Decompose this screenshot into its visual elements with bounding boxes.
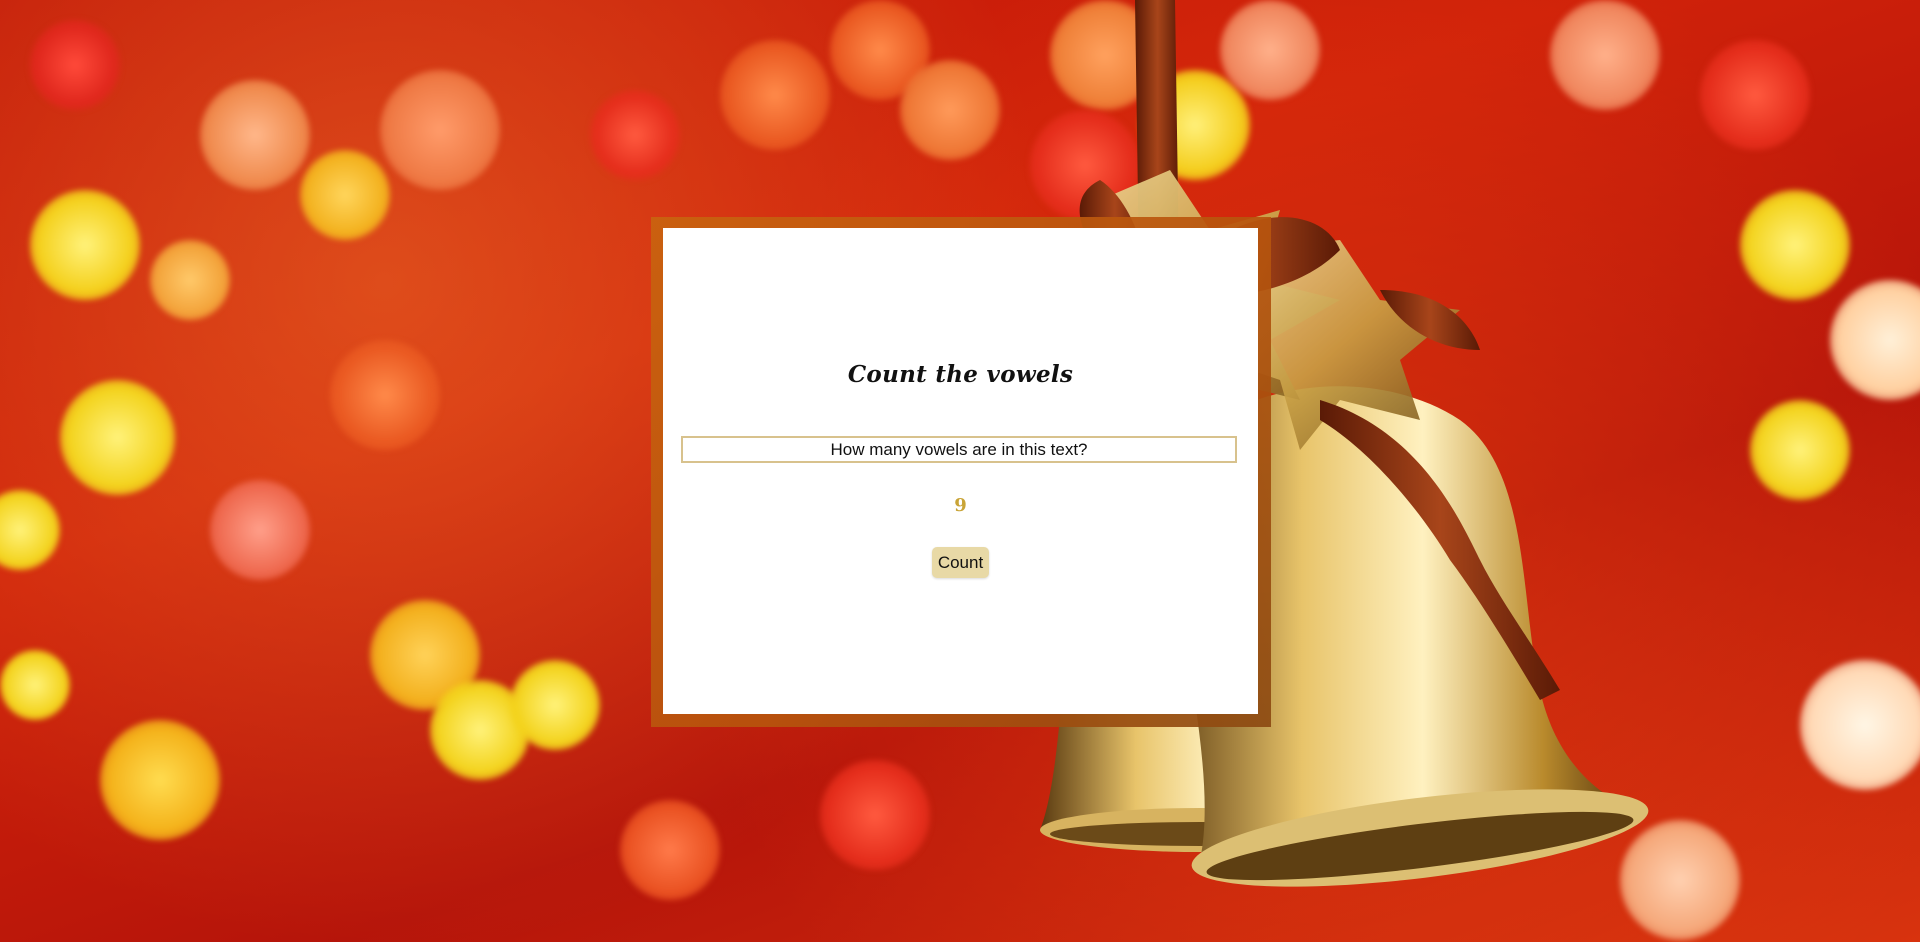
text-input[interactable]	[681, 436, 1237, 463]
background-scene: Count the vowels 9 Count	[0, 0, 1920, 942]
bokeh-light	[100, 720, 220, 840]
bokeh-light	[30, 190, 140, 300]
bokeh-light	[900, 60, 1000, 160]
vowel-counter-card: Count the vowels 9 Count	[663, 228, 1258, 714]
bokeh-light	[330, 340, 440, 450]
vowel-count-result: 9	[954, 495, 967, 516]
bokeh-light	[60, 380, 175, 495]
bokeh-light	[620, 800, 720, 900]
bokeh-light	[510, 660, 600, 750]
bokeh-light	[0, 490, 60, 570]
bokeh-light	[720, 40, 830, 150]
bokeh-light	[300, 150, 390, 240]
bokeh-light	[150, 240, 230, 320]
bokeh-light	[590, 90, 680, 180]
bokeh-light	[30, 20, 120, 110]
bokeh-light	[380, 70, 500, 190]
bokeh-light	[210, 480, 310, 580]
bokeh-light	[200, 80, 310, 190]
count-button[interactable]: Count	[932, 547, 989, 578]
page-title: Count the vowels	[847, 361, 1074, 388]
bokeh-light	[0, 650, 70, 720]
bokeh-light	[820, 760, 930, 870]
